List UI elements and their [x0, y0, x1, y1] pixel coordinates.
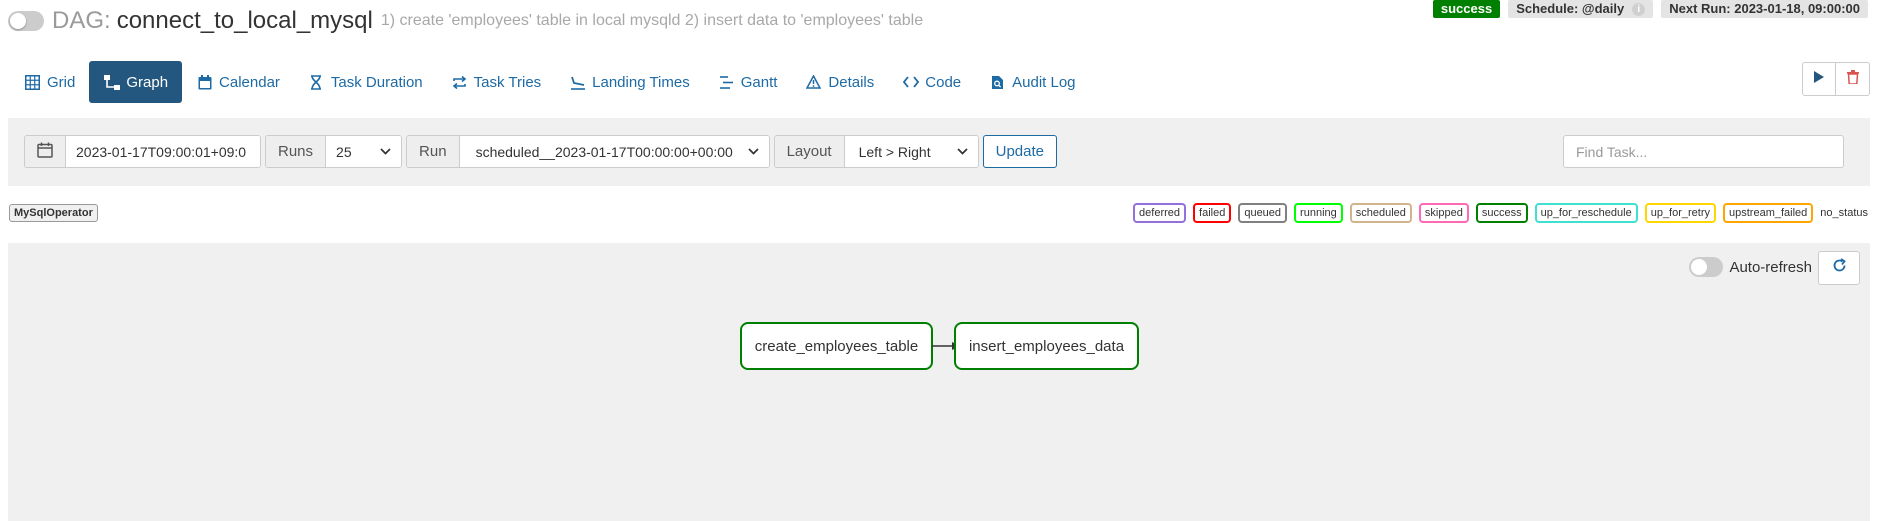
view-tabs: Grid Graph Calendar Task Duration Task T… — [10, 61, 1090, 103]
legend-failed[interactable]: failed — [1193, 203, 1232, 223]
run-label: Run — [407, 136, 460, 167]
state-legend: deferred failed queued running scheduled… — [1133, 203, 1868, 223]
tab-task-duration-label: Task Duration — [330, 73, 423, 91]
tab-grid-label: Grid — [47, 73, 76, 91]
base-date-group: 2023-01-17T09:00:01+09:0 — [24, 135, 261, 168]
task-node-create-employees-table[interactable]: create_employees_table — [740, 322, 933, 370]
tab-audit-log-label: Audit Log — [1012, 73, 1076, 91]
layout-label: Layout — [774, 136, 845, 167]
update-button[interactable]: Update — [982, 135, 1057, 168]
graph-canvas[interactable]: Auto-refresh create_employees_table inse… — [8, 243, 1870, 521]
tab-details[interactable]: Details — [791, 61, 888, 103]
chevron-down-icon — [747, 146, 759, 158]
tab-task-tries[interactable]: Task Tries — [437, 61, 556, 103]
plane-landing-icon — [569, 74, 586, 91]
operator-legend-badge[interactable]: MySqlOperator — [9, 204, 98, 222]
gantt-icon — [718, 74, 735, 91]
base-date-input[interactable]: 2023-01-17T09:00:01+09:0 — [66, 136, 260, 167]
dag-description: 1) create 'employees' table in local mys… — [380, 12, 924, 29]
repeat-icon — [451, 74, 468, 91]
legend-up-for-retry[interactable]: up_for_retry — [1644, 203, 1717, 223]
run-id-value: scheduled__2023-01-17T00:00:00+00:00 — [475, 143, 733, 160]
tab-graph[interactable]: Graph — [89, 61, 183, 103]
layout-group: Layout Left > Right — [773, 135, 979, 168]
tab-gantt-label: Gantt — [740, 73, 778, 91]
calendar-icon — [196, 74, 213, 91]
legend-running[interactable]: running — [1294, 203, 1343, 223]
tab-gantt[interactable]: Gantt — [704, 61, 792, 103]
graph-filter-toolbar: 2023-01-17T09:00:01+09:0 Runs 25 Run sch… — [8, 118, 1870, 186]
tab-grid[interactable]: Grid — [10, 61, 89, 103]
auto-refresh-toggle[interactable] — [1689, 257, 1724, 277]
find-task-input[interactable]: Find Task... — [1563, 135, 1844, 168]
tab-task-duration[interactable]: Task Duration — [294, 61, 437, 103]
num-runs-select[interactable]: 25 — [326, 136, 402, 167]
calendar-icon — [37, 142, 53, 162]
legend-up-for-reschedule[interactable]: up_for_reschedule — [1534, 203, 1638, 223]
tab-audit-log[interactable]: Audit Log — [975, 61, 1089, 103]
date-picker-button[interactable] — [25, 136, 66, 167]
legend-deferred[interactable]: deferred — [1133, 203, 1187, 223]
next-run-badge: Next Run: 2023-01-18, 09:00:00 — [1661, 0, 1868, 18]
legend-scheduled[interactable]: scheduled — [1349, 203, 1412, 223]
run-id-group: Run scheduled__2023-01-17T00:00:00+00:00 — [406, 135, 770, 168]
tab-details-label: Details — [828, 73, 875, 91]
legend-skipped[interactable]: skipped — [1418, 203, 1469, 223]
dag-actions — [1802, 62, 1870, 96]
schedule-badge: Schedule: @daily i — [1508, 0, 1654, 18]
tab-calendar-label: Calendar — [219, 73, 280, 91]
file-search-icon — [989, 74, 1006, 91]
refresh-button[interactable] — [1818, 251, 1860, 285]
tab-landing-times-label: Landing Times — [592, 73, 690, 91]
layout-value: Left > Right — [858, 143, 931, 160]
trigger-dag-button[interactable] — [1802, 62, 1836, 96]
tab-code-label: Code — [925, 73, 962, 91]
trash-icon — [1846, 69, 1859, 89]
run-id-select[interactable]: scheduled__2023-01-17T00:00:00+00:00 — [459, 136, 769, 167]
tab-landing-times[interactable]: Landing Times — [555, 61, 704, 103]
legend-upstream-failed[interactable]: upstream_failed — [1723, 203, 1814, 223]
legend-no-status[interactable]: no_status — [1820, 205, 1868, 221]
code-icon — [902, 74, 919, 91]
legend-queued[interactable]: queued — [1238, 203, 1288, 223]
dag-id: connect_to_local_mysql — [116, 7, 373, 34]
task-node-insert-employees-data[interactable]: insert_employees_data — [954, 322, 1139, 370]
grid-icon — [24, 74, 41, 91]
runs-label: Runs — [266, 136, 327, 167]
play-icon — [1814, 70, 1824, 88]
layout-select[interactable]: Left > Right — [844, 136, 978, 167]
dag-status-badge: success — [1432, 0, 1501, 18]
dag-pause-toggle[interactable] — [8, 11, 44, 31]
auto-refresh-control[interactable]: Auto-refresh — [1689, 257, 1812, 277]
chevron-down-icon — [957, 146, 968, 158]
tab-graph-label: Graph — [126, 73, 169, 91]
info-icon[interactable]: i — [1632, 2, 1646, 16]
schedule-text: Schedule: @daily — [1516, 1, 1625, 16]
filter-controls: 2023-01-17T09:00:01+09:0 Runs 25 Run sch… — [24, 135, 1057, 168]
num-runs-value: 25 — [336, 143, 352, 160]
graph-icon — [103, 74, 120, 91]
hourglass-icon — [308, 74, 325, 91]
header-badges: success Schedule: @daily i Next Run: 202… — [1432, 0, 1868, 18]
legend-success[interactable]: success — [1475, 203, 1528, 223]
tab-code[interactable]: Code — [888, 61, 975, 103]
tab-calendar[interactable]: Calendar — [182, 61, 294, 103]
warning-icon — [805, 74, 822, 91]
dag-header: DAG: connect_to_local_mysql 1) create 'e… — [8, 4, 923, 38]
chevron-down-icon — [380, 146, 391, 158]
num-runs-group: Runs 25 — [265, 135, 403, 168]
delete-dag-button[interactable] — [1836, 62, 1870, 96]
dag-prefix: DAG: — [52, 7, 111, 34]
refresh-icon — [1832, 258, 1847, 278]
tab-task-tries-label: Task Tries — [473, 73, 542, 91]
auto-refresh-label: Auto-refresh — [1729, 258, 1812, 276]
